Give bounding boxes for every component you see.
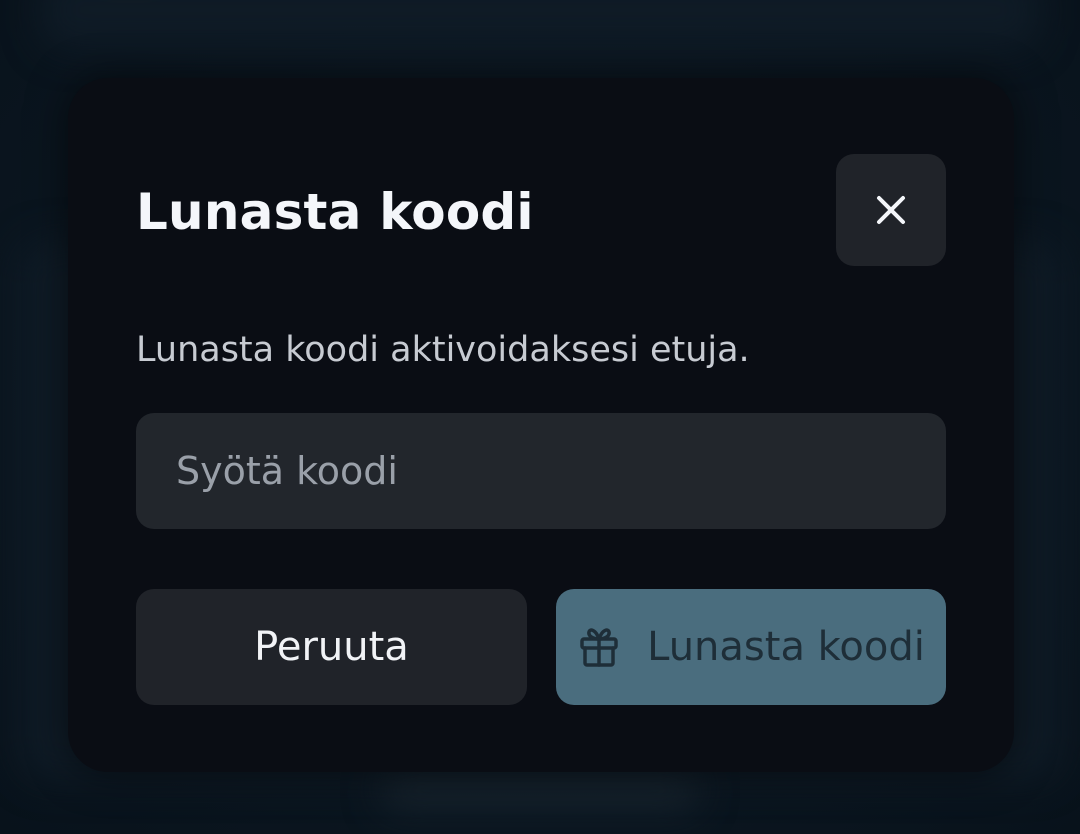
dialog-description: Lunasta koodi aktivoidaksesi etuja.	[136, 330, 750, 370]
gift-icon	[580, 628, 618, 667]
dialog-title: Lunasta koodi	[136, 183, 534, 241]
background-blurred-footer	[380, 770, 700, 810]
cancel-button-label: Peruuta	[254, 624, 409, 670]
cancel-button[interactable]: Peruuta	[136, 589, 527, 705]
close-icon	[877, 196, 905, 224]
redeem-button-label: Lunasta koodi	[647, 624, 925, 670]
close-button[interactable]	[836, 154, 946, 266]
redeem-code-dialog: Lunasta koodi Lunasta koodi aktivoidakse…	[68, 78, 1014, 772]
redeem-code-button[interactable]: Lunasta koodi	[556, 589, 946, 705]
background-blurred-header	[40, 0, 1040, 50]
code-input[interactable]	[136, 413, 946, 529]
